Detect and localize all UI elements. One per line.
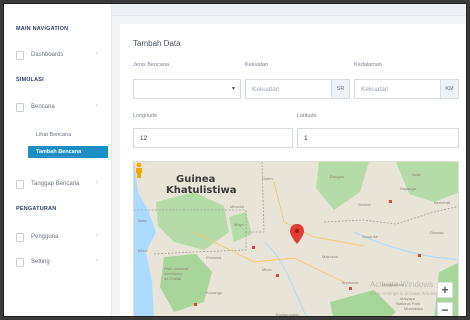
- map-ocean: [134, 162, 156, 316]
- map-region-label-line2: Khatulistiwa: [166, 185, 237, 196]
- map-place-label: Souanké: [362, 234, 378, 239]
- map-city-marker: [276, 274, 279, 277]
- map-place-label: de Cristal: [164, 276, 181, 281]
- kekuatan-placeholder: Kekuatan: [252, 85, 280, 93]
- sidebar: MAIN NAVIGATION Dashboards ‹ SIMULASI Be…: [4, 4, 112, 316]
- chevron-down-icon: ‹: [96, 103, 98, 109]
- map-place-label: Bata: [138, 218, 147, 223]
- sidebar-item-tanggap-bencana[interactable]: Tanggap Bencana ‹: [16, 177, 106, 191]
- zoom-in-button[interactable]: +: [437, 282, 453, 298]
- jenis-bencana-label: Jenis Bencana: [133, 62, 170, 68]
- sidebar-item-label: Setting: [31, 259, 50, 265]
- map-place-label: Mbandaka: [404, 306, 423, 311]
- sidebar-item-label: Dashboards: [31, 52, 64, 58]
- map-place-label: Minvoul: [230, 204, 244, 209]
- map-city-marker: [349, 287, 352, 290]
- chevron-left-icon: ‹: [96, 51, 98, 57]
- kedalaman-input[interactable]: Kekuatan KM: [354, 79, 459, 99]
- map-place-label: Mbini: [138, 248, 148, 253]
- chevron-left-icon: ‹: [96, 258, 98, 264]
- longitude-value: 12: [140, 134, 148, 142]
- location-pin-icon[interactable]: [290, 224, 304, 244]
- user-icon: [16, 232, 24, 242]
- kekuatan-unit: SR: [331, 80, 349, 98]
- gear-icon: [16, 257, 24, 267]
- kedalaman-unit: KM: [440, 80, 458, 98]
- zoom-out-button[interactable]: −: [437, 302, 453, 316]
- kedalaman-placeholder: Kekuatan: [361, 85, 389, 93]
- kekuatan-label: Kekuatan: [245, 62, 269, 68]
- map-place-label: Oyem: [262, 176, 273, 181]
- map-place-label: Koulamoutou: [276, 312, 300, 317]
- longitude-label: Longitude: [133, 113, 158, 119]
- jenis-bencana-select[interactable]: ▼: [133, 79, 241, 99]
- map-place-label: Sembé: [358, 202, 371, 207]
- form-card: Tambah Data Jenis Bencana Kekuatan Kedal…: [120, 24, 466, 316]
- map-park-label: National Park: [396, 301, 421, 306]
- map-city-marker: [252, 246, 255, 249]
- windows-activation-watermark: Activate Windows: [370, 280, 434, 289]
- map-view[interactable]: Guinea Khatulistiwa Park nasional des Mo…: [133, 161, 459, 317]
- map-place-label: Ebolowa: [206, 255, 222, 260]
- sidebar-item-bencana[interactable]: Bencana ‹: [16, 100, 106, 114]
- map-forest: [396, 162, 458, 202]
- sidebar-item-pengguna[interactable]: Pengguna ‹: [16, 230, 106, 244]
- top-bar: [112, 4, 466, 16]
- kekuatan-input[interactable]: Kekuatan SR: [245, 79, 350, 99]
- main-content: Tambah Data Jenis Bencana Kekuatan Kedal…: [112, 4, 466, 316]
- page-title: Tambah Data: [133, 39, 181, 48]
- map-place-label: Makokou: [322, 254, 339, 259]
- map-place-label: Berbérati: [434, 200, 451, 205]
- map-forest: [160, 254, 212, 312]
- map-border: [323, 206, 458, 225]
- sidebar-item-label: Bencana: [31, 104, 55, 110]
- sidebar-heading-main-navigation: MAIN NAVIGATION: [16, 26, 69, 32]
- chevron-left-icon: ‹: [96, 180, 98, 186]
- sidebar-heading-simulasi: SIMULASI: [16, 77, 44, 83]
- caret-down-icon: ▼: [231, 86, 236, 92]
- sidebar-item-setting[interactable]: Setting ‹: [16, 255, 106, 269]
- longitude-input[interactable]: 12: [133, 128, 293, 148]
- map-city-marker: [418, 254, 421, 257]
- map-place-label: Ouesso: [430, 230, 444, 235]
- clipboard-icon: [16, 179, 24, 189]
- map-city-marker: [389, 200, 392, 203]
- kedalaman-label: Kedalaman: [354, 62, 382, 68]
- sidebar-item-label: Tanggap Bencana: [31, 181, 80, 187]
- street-view-pegman-icon[interactable]: [134, 162, 144, 178]
- map-region-label-line1: Guinea: [176, 174, 216, 185]
- windows-activation-watermark-sub: Go to Settings to activate Windows.: [370, 291, 442, 296]
- chevron-left-icon: ‹: [96, 233, 98, 239]
- latitude-label: Latitude: [297, 113, 317, 119]
- sidebar-item-dashboards[interactable]: Dashboards ‹: [16, 48, 106, 62]
- sidebar-subitem-tambah-bencana[interactable]: Tambah Bencana: [28, 146, 108, 158]
- sidebar-subitem-lihat-bencana[interactable]: Lihat Bencana: [28, 129, 71, 141]
- map-city-marker: [194, 303, 197, 306]
- latitude-input[interactable]: 1: [297, 128, 459, 148]
- map-place-label: Dongou: [330, 174, 345, 179]
- sidebar-item-label: Pengguna: [31, 234, 59, 240]
- folder-icon: [16, 102, 24, 112]
- map-place-label: Nola: [412, 172, 421, 177]
- map-place-label: Bayanga: [400, 186, 416, 191]
- latitude-value: 1: [304, 134, 308, 142]
- map-river: [263, 241, 307, 316]
- dashboard-icon: [16, 50, 24, 60]
- map-forest: [229, 212, 252, 242]
- sidebar-heading-pengaturan: PENGATURAN: [16, 206, 57, 212]
- map-place-label: Impfondo: [342, 280, 359, 285]
- map-place-label: Kouango: [206, 290, 223, 295]
- map-forest: [156, 192, 229, 250]
- map-place-label: Mitzic: [262, 267, 273, 272]
- app-window: MAIN NAVIGATION Dashboards ‹ SIMULASI Be…: [3, 3, 467, 317]
- map-place-label: Moyo: [234, 222, 244, 227]
